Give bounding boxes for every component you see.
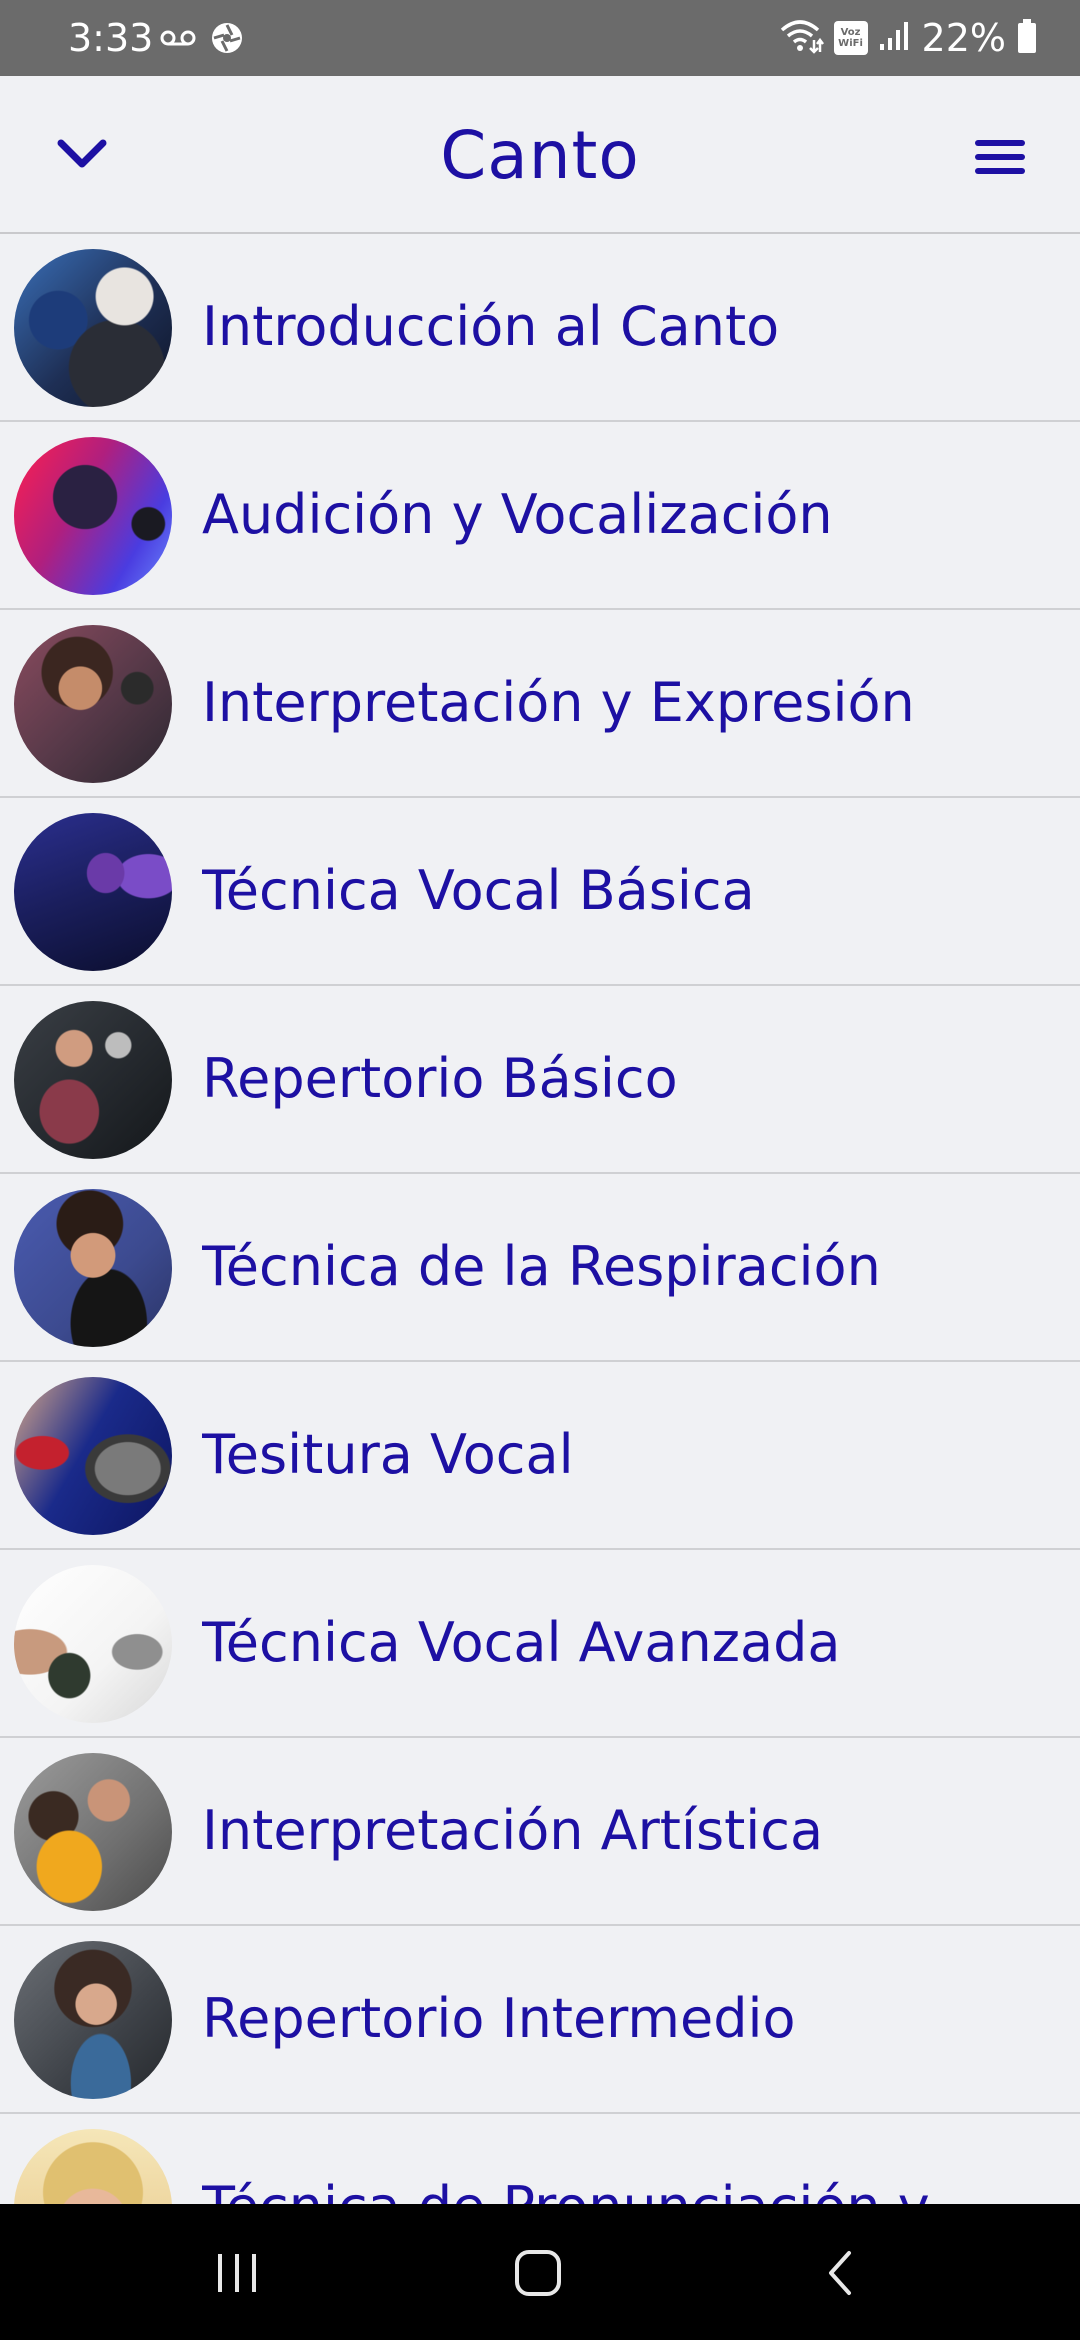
course-thumbnail xyxy=(14,813,172,971)
system-nav-bar xyxy=(0,2204,1080,2340)
course-title: Interpretación y Expresión xyxy=(202,671,915,734)
signal-icon xyxy=(878,20,912,56)
course-title: Audición y Vocalización xyxy=(202,483,833,546)
status-left-icons xyxy=(160,22,244,58)
course-thumbnail xyxy=(14,625,172,783)
course-title: Repertorio Intermedio xyxy=(202,1987,796,2050)
volte-badge: Voz WiFi xyxy=(833,21,868,55)
battery-percent: 22% xyxy=(921,16,1006,60)
course-title: Técnica Vocal Básica xyxy=(202,859,755,922)
menu-button[interactable] xyxy=(968,132,1032,182)
course-thumbnail xyxy=(14,1377,172,1535)
volte-label: Voz WiFi xyxy=(838,27,863,49)
list-item[interactable]: Técnica de Pronunciación y xyxy=(0,2114,1080,2204)
course-thumbnail xyxy=(14,1189,172,1347)
course-title: Técnica de Pronunciación y xyxy=(202,2162,1060,2204)
list-item[interactable]: Introducción al Canto xyxy=(0,234,1080,422)
wifi-calling-icon xyxy=(780,18,824,58)
course-thumbnail xyxy=(14,1753,172,1911)
battery-icon xyxy=(1016,18,1038,58)
course-title: Técnica Vocal Avanzada xyxy=(202,1611,841,1674)
status-time: 3:33 xyxy=(68,16,154,60)
list-item[interactable]: Audición y Vocalización xyxy=(0,422,1080,610)
course-title: Técnica de la Respiración xyxy=(202,1235,881,1298)
page-title: Canto xyxy=(440,117,640,194)
hamburger-menu-icon xyxy=(975,140,1025,174)
aperture-icon xyxy=(210,21,244,59)
course-thumbnail xyxy=(14,1001,172,1159)
course-title: Interpretación Artística xyxy=(202,1799,824,1862)
course-title: Repertorio Básico xyxy=(202,1047,678,1110)
back-button[interactable] xyxy=(796,2238,886,2308)
list-item[interactable]: Técnica de la Respiración xyxy=(0,1174,1080,1362)
list-item[interactable]: Técnica Vocal Avanzada xyxy=(0,1550,1080,1738)
course-thumbnail xyxy=(14,249,172,407)
course-title: Introducción al Canto xyxy=(202,295,780,358)
voicemail-icon xyxy=(160,28,196,52)
course-title: Tesitura Vocal xyxy=(202,1423,574,1486)
recent-apps-icon xyxy=(218,2254,256,2292)
status-right-icons: Voz WiFi 22% xyxy=(780,14,1038,62)
course-list: Introducción al Canto Audición y Vocaliz… xyxy=(0,234,1080,2204)
list-item[interactable]: Tesitura Vocal xyxy=(0,1362,1080,1550)
app-screen: 3:33 Voz WiFi 22% Canto Introducción al … xyxy=(0,0,1080,2340)
course-thumbnail xyxy=(14,1565,172,1723)
list-item[interactable]: Interpretación Artística xyxy=(0,1738,1080,1926)
list-item[interactable]: Repertorio Intermedio xyxy=(0,1926,1080,2114)
status-bar: 3:33 Voz WiFi 22% xyxy=(0,0,1080,76)
course-thumbnail xyxy=(14,437,172,595)
course-thumbnail xyxy=(14,2129,172,2204)
list-item[interactable]: Interpretación y Expresión xyxy=(0,610,1080,798)
app-header: Canto xyxy=(0,76,1080,234)
list-item[interactable]: Repertorio Básico xyxy=(0,986,1080,1174)
home-icon xyxy=(515,2250,561,2296)
recent-apps-button[interactable] xyxy=(192,2238,282,2308)
home-button[interactable] xyxy=(493,2238,583,2308)
list-item[interactable]: Técnica Vocal Básica xyxy=(0,798,1080,986)
back-icon xyxy=(829,2251,851,2295)
course-thumbnail xyxy=(14,1941,172,2099)
